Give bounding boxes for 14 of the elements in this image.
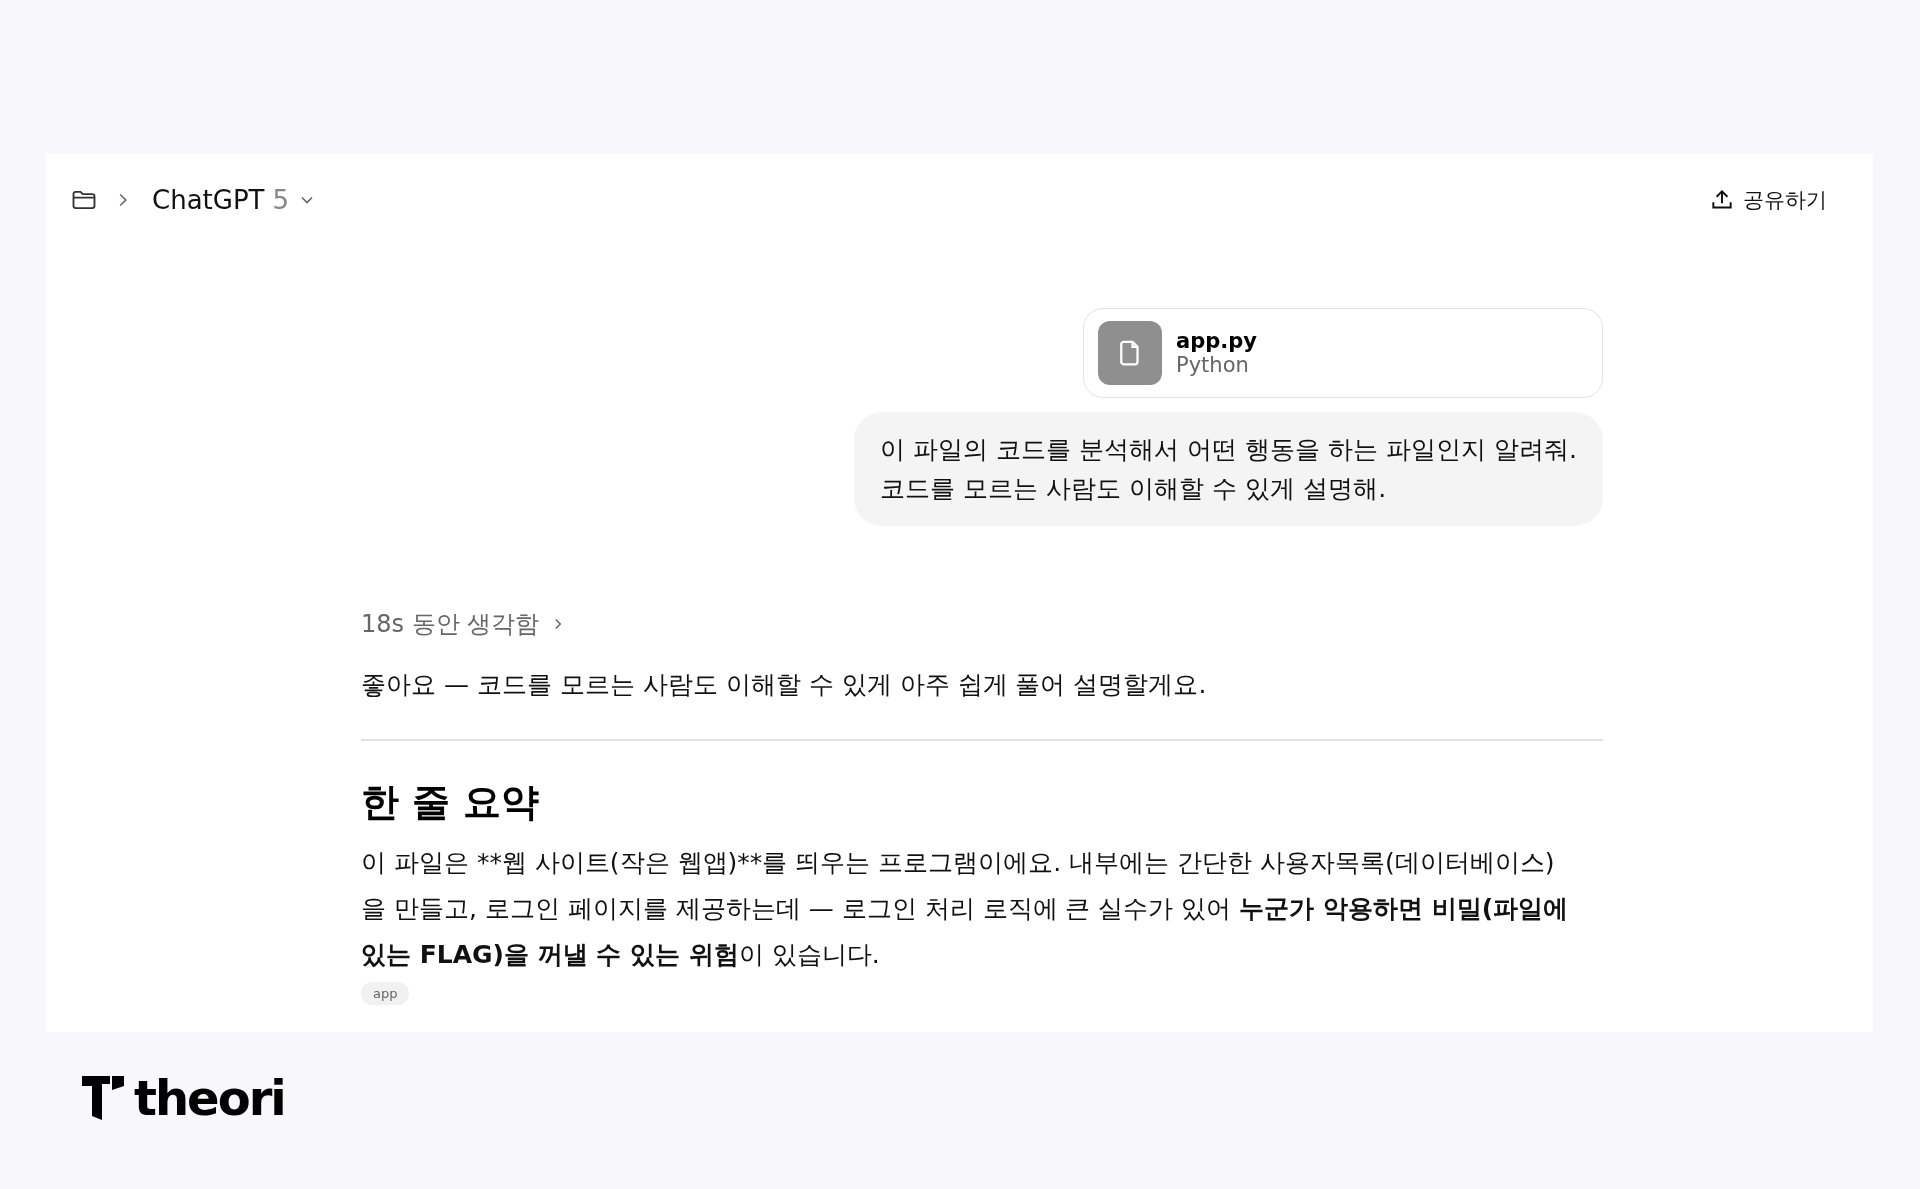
file-type: Python bbox=[1176, 353, 1250, 377]
file-name: app.py bbox=[1176, 329, 1257, 353]
summary-paragraph: 이 파일은 **웹 사이트(작은 웹앱)**를 띄우는 프로그램이에요. 내부에는 간단한 사용자목록(데이터베이스)을 만들고, 로그인 페이지를 제공하는데 — 로그인 처리 로직에 큰 실수가 있어 누군가 악용하면 비밀(파일에 있는 FLAG)을 꺼낼 수 있는 위험이 있습니다. bbox=[361, 847, 1570, 971]
section-heading: 한 줄 요약 bbox=[361, 779, 541, 826]
file-attachment[interactable]: app.py Python bbox=[1083, 308, 1603, 398]
model-selector[interactable]: ChatGPT 5 bbox=[148, 185, 321, 215]
thinking-toggle[interactable]: 18s 동안 생각함 bbox=[361, 608, 568, 640]
reply-text: 좋아요 — 코드를 모르는 사람도 이해할 수 있게 아주 쉽게 풀어 설명할게요. bbox=[361, 669, 1208, 701]
brand-name: theori bbox=[134, 1074, 285, 1122]
citation-chip[interactable]: app bbox=[361, 982, 410, 1005]
logo-icon bbox=[82, 1076, 126, 1120]
user-message: 이 파일의 코드를 분석해서 어떤 행동을 하는 파일인지 알려줘. 코드를 모르는 사람도 이해할 수 있게 설명해. bbox=[854, 412, 1603, 526]
share-button[interactable]: 공유하기 bbox=[1703, 182, 1833, 218]
file-icon bbox=[1098, 321, 1162, 385]
